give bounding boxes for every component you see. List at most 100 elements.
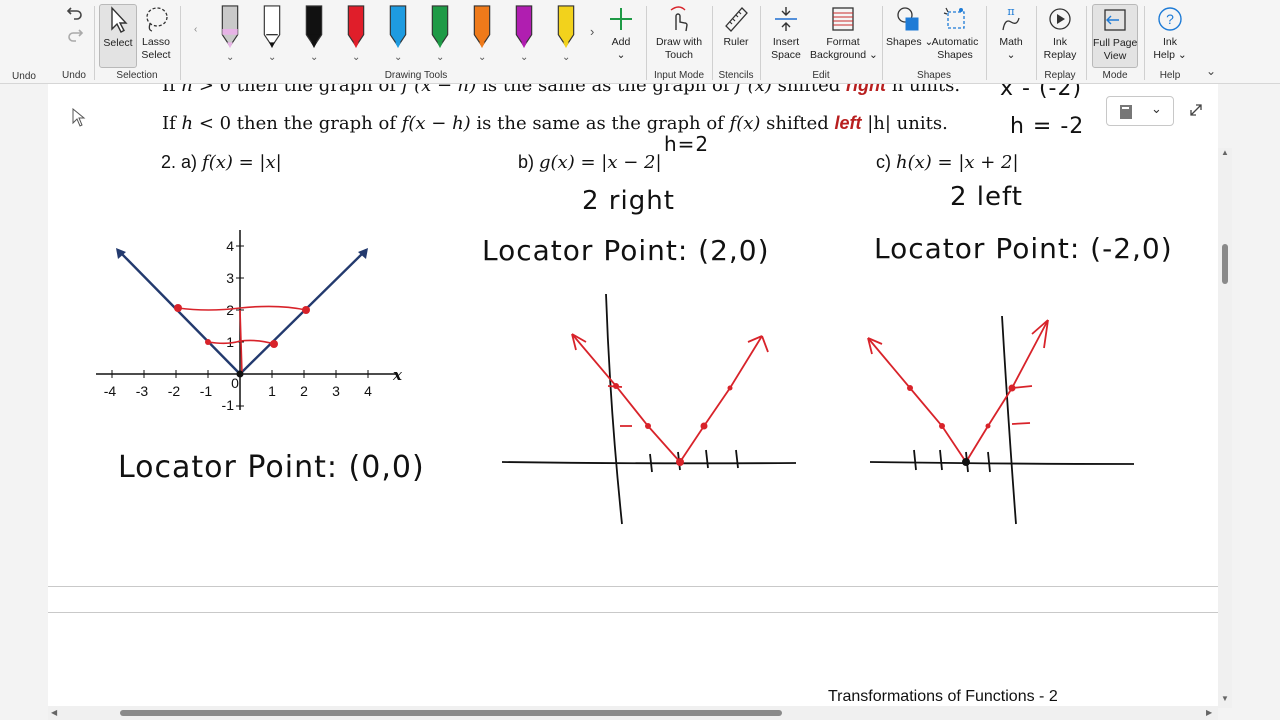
full-page-label2: View — [1103, 50, 1127, 62]
vertical-scroll-thumb[interactable] — [1222, 244, 1228, 284]
expand-window-icon[interactable] — [1188, 102, 1204, 118]
problem-a-label: 2. a) — [161, 152, 203, 172]
notebook-switcher[interactable]: ⌄ — [1106, 96, 1174, 126]
insert-space-button[interactable]: Insert Space — [764, 4, 808, 68]
horizontal-scroll-thumb[interactable] — [120, 710, 782, 716]
notebook-page[interactable]: If h > 0 then the graph of f (x − h) is … — [48, 84, 1218, 706]
pen-blue[interactable] — [384, 4, 412, 52]
rule2-h: h — [181, 113, 194, 134]
draw-with-touch-button[interactable]: Draw with Touch — [652, 4, 706, 68]
add-label: Add — [611, 36, 631, 48]
undo-arrow-icon[interactable] — [66, 4, 84, 22]
rule2-fx: f(x − h) — [401, 113, 471, 134]
scroll-left-icon[interactable]: ◀ — [51, 708, 57, 717]
automatic-shapes-button[interactable]: Automatic Shapes — [930, 4, 980, 68]
notebook-icon — [1120, 105, 1132, 119]
graph-a-xtick: 1 — [268, 383, 276, 399]
vertical-scrollbar[interactable]: ▲ ▼ — [1218, 148, 1232, 708]
graph-a-xtick: -4 — [104, 383, 117, 399]
graph-a-ytick: 3 — [226, 270, 234, 286]
replay-group-label: Replay — [1044, 70, 1076, 81]
lasso-select-button[interactable]: Lasso Select — [138, 4, 174, 68]
pen-black[interactable] — [300, 4, 328, 52]
insert-space-icon — [775, 7, 797, 31]
cursor-arrow-icon — [111, 6, 128, 33]
pen-options-dropdown-icon[interactable]: ⌄ — [268, 52, 276, 63]
add-pen-button[interactable]: Add ⌄ — [604, 4, 638, 68]
graph-a-x-label: x — [392, 366, 403, 384]
ink-replay-button[interactable]: Ink Replay — [1040, 4, 1080, 68]
page-break-line — [48, 586, 1218, 587]
highlighter-yellow[interactable] — [552, 4, 580, 52]
eraser-tool[interactable] — [216, 4, 244, 52]
pen-green[interactable] — [426, 4, 454, 52]
automatic-shapes-icon — [943, 7, 965, 29]
graph-a-xtick: 0 — [231, 375, 239, 391]
svg-text:π: π — [1007, 5, 1014, 18]
graph-b-axes — [501, 293, 797, 525]
rule2-shift: shifted — [760, 113, 835, 134]
full-page-view-button[interactable]: Full Page View — [1092, 4, 1138, 68]
rule1-fx: f (x − h) — [401, 84, 477, 96]
pen-options-dropdown-icon[interactable]: ⌄ — [562, 52, 570, 63]
select-label: Select — [103, 37, 133, 49]
pen-options-dropdown-icon[interactable]: ⌄ — [352, 52, 360, 63]
pen-options-dropdown-icon[interactable]: ⌄ — [520, 52, 528, 63]
ruler-icon — [725, 7, 748, 32]
rule2-prefix: If — [162, 113, 182, 134]
pen-options-dropdown-icon[interactable]: ⌄ — [310, 52, 318, 63]
pen-purple[interactable] — [510, 4, 538, 52]
graph-a-xtick: -1 — [200, 383, 213, 399]
pens-scroll-left-icon[interactable]: ‹ — [194, 24, 197, 35]
graph-b-curve — [571, 333, 769, 463]
rule1-end: h units. — [885, 84, 961, 96]
lasso-label-line2: Select — [141, 49, 171, 61]
mouse-pointer-icon — [72, 108, 86, 127]
problem-b: b) g(x) = |x − 2| — [518, 152, 662, 173]
graph-a-red-ink — [177, 305, 307, 375]
pen-options-dropdown-icon[interactable]: ⌄ — [226, 52, 234, 63]
rule2-mid: is the same as the graph of — [470, 113, 730, 134]
math-label: Math — [999, 36, 1023, 48]
select-button[interactable]: Select — [99, 4, 137, 68]
graph-a-xtick: 4 — [364, 383, 372, 399]
handwriting-locator-c: Locator Point: (-2,0) — [874, 232, 1173, 265]
pen-orange[interactable] — [468, 4, 496, 52]
mode-group-label: Mode — [1102, 70, 1128, 81]
undo-group-caption: Undo — [62, 70, 86, 81]
selection-group-label: Selection — [116, 70, 158, 81]
format-background-button[interactable]: Format Background ⌄ — [810, 4, 878, 68]
ink-replay-label2: Replay — [1043, 49, 1077, 61]
pen-black-fine[interactable] — [258, 4, 286, 52]
handwriting-2-left: 2 left — [950, 182, 1023, 212]
horizontal-scrollbar[interactable]: ◀ ▶ — [48, 706, 1218, 720]
scroll-down-icon[interactable]: ▼ — [1221, 694, 1229, 703]
scroll-right-icon[interactable]: ▶ — [1206, 708, 1212, 717]
redo-arrow-icon[interactable] — [66, 26, 84, 44]
collapse-ribbon-icon[interactable]: ⌄ — [1206, 64, 1216, 78]
drawing-tools-group-label: Drawing Tools — [384, 70, 448, 81]
math-button[interactable]: π Math ⌄ — [990, 4, 1032, 68]
ink-help-button[interactable]: ? Ink Help ⌄ — [1148, 4, 1192, 68]
pen-options-dropdown-icon[interactable]: ⌄ — [478, 52, 486, 63]
separator — [760, 6, 761, 80]
rule1-prefix: If — [162, 84, 182, 96]
format-bg-label1: Format — [826, 36, 860, 48]
shapes-button[interactable]: Shapes ⌄ — [886, 4, 933, 68]
graph-a-xtick: -2 — [168, 383, 181, 399]
pens-scroll-right-icon[interactable]: › — [590, 24, 594, 39]
rule1-shift: shifted — [771, 84, 846, 96]
scroll-up-icon[interactable]: ▲ — [1221, 148, 1229, 157]
ruler-button[interactable]: Ruler — [716, 4, 756, 68]
pen-options-dropdown-icon[interactable]: ⌄ — [436, 52, 444, 63]
handwriting-x-minus-neg2: x - (-2) — [1000, 84, 1083, 101]
pen-options-dropdown-icon[interactable]: ⌄ — [394, 52, 402, 63]
problem-b-label: b) — [518, 152, 540, 172]
pen-red[interactable] — [342, 4, 370, 52]
lasso-icon — [146, 7, 168, 32]
rule2-cond: < 0 then the graph of — [193, 113, 402, 134]
math-pi-icon: π — [1002, 5, 1020, 31]
auto-shapes-label2: Shapes — [937, 49, 973, 61]
stencils-group-label: Stencils — [718, 70, 754, 81]
graph-a-ytick: 4 — [226, 238, 234, 254]
